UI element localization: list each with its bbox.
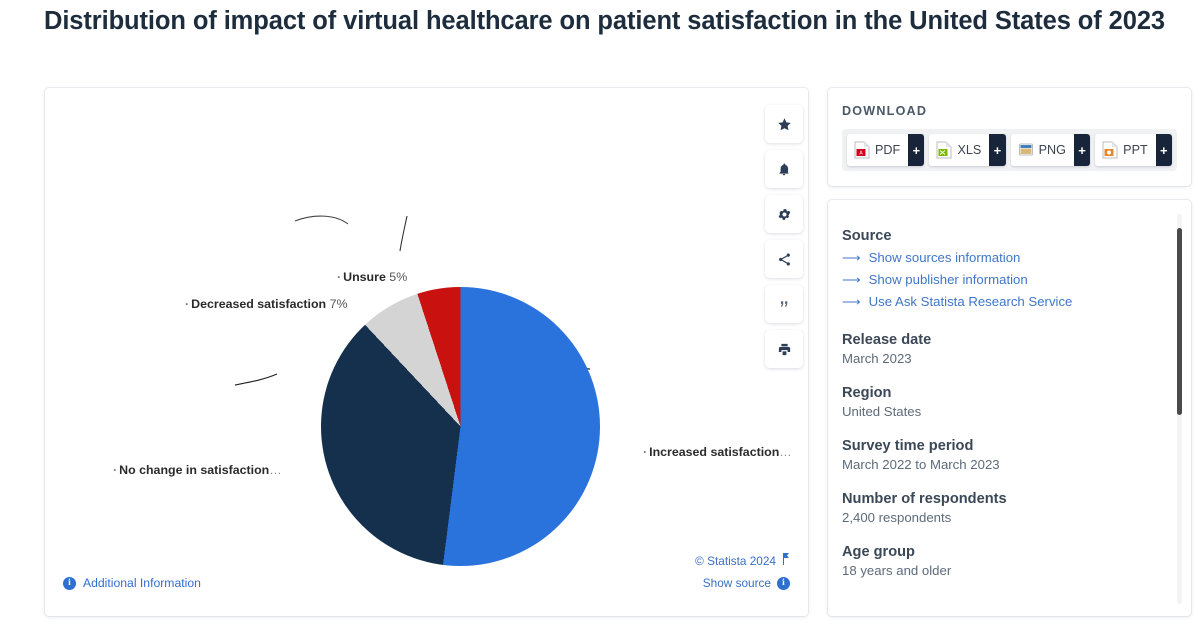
copyright-row: © Statista 2024 (695, 550, 790, 572)
pie-chart (321, 287, 600, 566)
download-xls-plus[interactable]: + (989, 134, 1006, 166)
chart-info-content: Source ⟶ Show sources information ⟶ Show… (828, 200, 1191, 578)
pie-label-bullet: · (185, 297, 190, 311)
pie-label-bullet: · (337, 270, 342, 284)
download-card: DOWNLOAD A PDF + XLS + PNG + PPT + (828, 88, 1191, 186)
number-of-respondents-section: Number of respondents 2,400 respondents (842, 491, 1161, 525)
info-panel-scrollbar-thumb[interactable] (1177, 228, 1182, 415)
pie-slices (321, 287, 600, 566)
release-date-value: March 2023 (842, 351, 912, 366)
additional-information-label: Additional Information (83, 576, 201, 590)
page-title: Distribution of impact of virtual health… (44, 7, 1165, 35)
survey-time-period-section: Survey time period March 2022 to March 2… (842, 438, 1161, 472)
download-xls-main[interactable]: XLS (929, 134, 990, 166)
arrow-right-icon: ⟶ (842, 294, 861, 309)
download-png-button[interactable]: PNG + (1010, 134, 1091, 166)
pie-label-truncation: … (269, 463, 282, 477)
show-sources-information-label: Show sources information (868, 250, 1021, 265)
survey-time-period-value: March 2022 to March 2023 (842, 457, 1000, 472)
cite-button[interactable] (765, 285, 803, 323)
pie-label-pct: 5% (389, 270, 408, 284)
info-panel-scrollbar[interactable] (1177, 214, 1182, 604)
png-file-icon (1018, 141, 1034, 159)
age-group-value: 18 years and older (842, 563, 952, 578)
show-sources-information-link[interactable]: ⟶ Show sources information (842, 247, 1161, 269)
download-pdf-button[interactable]: A PDF + (847, 134, 925, 166)
age-group-heading: Age group (842, 544, 915, 560)
download-pdf-label: PDF (875, 143, 901, 157)
star-icon (777, 117, 792, 132)
favorite-button[interactable] (765, 105, 803, 143)
info-icon: i (63, 576, 76, 590)
pie-label-name: Decreased satisfaction (191, 297, 327, 311)
chart-info-card: Source ⟶ Show sources information ⟶ Show… (828, 200, 1191, 616)
region-heading: Region (842, 385, 892, 401)
download-xls-button[interactable]: XLS + (929, 134, 1006, 166)
ask-statista-research-service-label: Use Ask Statista Research Service (868, 294, 1073, 309)
pie-label-bullet: · (113, 463, 118, 477)
number-of-respondents-heading: Number of respondents (842, 491, 1007, 507)
additional-information-link[interactable]: i Additional Information (63, 576, 201, 590)
region-value: United States (842, 404, 922, 419)
statista-chart-page: Distribution of impact of virtual health… (0, 0, 1200, 629)
source-heading: Source (842, 228, 892, 244)
gear-icon (777, 207, 792, 222)
age-group-section: Age group 18 years and older (842, 544, 1161, 578)
pie-label-increased: · Increased satisfaction… (643, 445, 792, 459)
pie-label-pct: 7% (329, 297, 348, 311)
download-png-label: PNG (1038, 143, 1066, 157)
show-publisher-information-link[interactable]: ⟶ Show publisher information (842, 269, 1161, 291)
print-button[interactable] (765, 330, 803, 368)
pie-label-unsure: · Unsure 5% (337, 270, 407, 284)
download-xls-label: XLS (957, 143, 982, 157)
notify-button[interactable] (765, 150, 803, 188)
download-heading: DOWNLOAD (842, 104, 928, 118)
region-section: Region United States (842, 385, 1161, 419)
show-publisher-information-label: Show publisher information (868, 272, 1028, 287)
statista-flag-icon (782, 550, 790, 572)
download-pdf-plus[interactable]: + (908, 134, 925, 166)
source-section: Source ⟶ Show sources information ⟶ Show… (842, 228, 1161, 313)
share-icon (777, 252, 792, 267)
pie-label-truncation: … (779, 445, 792, 459)
download-button-strip: A PDF + XLS + PNG + PPT + (842, 129, 1177, 171)
download-pdf-main[interactable]: A PDF (847, 134, 909, 166)
chart-footer-right: © Statista 2024 Show source i (695, 550, 790, 594)
pie-label-decreased: · Decreased satisfaction 7% (185, 297, 348, 311)
download-ppt-label: PPT (1123, 143, 1148, 157)
download-ppt-main[interactable]: PPT (1095, 134, 1156, 166)
arrow-right-icon: ⟶ (842, 272, 861, 287)
pie-label-name: No change in satisfaction (119, 463, 270, 477)
pie-label-no-change: · No change in satisfaction… (113, 463, 282, 477)
pdf-file-icon: A (854, 141, 870, 159)
arrow-right-icon: ⟶ (842, 250, 861, 265)
show-source-link[interactable]: Show source i (695, 572, 790, 594)
download-png-main[interactable]: PNG (1010, 134, 1074, 166)
ask-statista-research-service-link[interactable]: ⟶ Use Ask Statista Research Service (842, 291, 1161, 313)
xls-file-icon (936, 141, 952, 159)
pie-label-name: Unsure (343, 270, 386, 284)
download-ppt-button[interactable]: PPT + (1095, 134, 1172, 166)
copyright-label: © Statista 2024 (695, 554, 776, 568)
info-icon: i (777, 576, 790, 590)
bell-icon (777, 162, 791, 177)
chart-toolbar (765, 105, 803, 368)
pie-label-name: Increased satisfaction (649, 445, 780, 459)
chart-card: · Unsure 5% · Decreased satisfaction 7% · N… (45, 88, 808, 616)
download-ppt-plus[interactable]: + (1155, 134, 1172, 166)
settings-button[interactable] (765, 195, 803, 233)
survey-time-period-heading: Survey time period (842, 438, 974, 454)
release-date-section: Release date March 2023 (842, 332, 1161, 366)
quote-icon (777, 298, 791, 311)
number-of-respondents-value: 2,400 respondents (842, 510, 952, 525)
show-source-label: Show source (702, 576, 771, 590)
download-png-plus[interactable]: + (1073, 134, 1091, 166)
share-button[interactable] (765, 240, 803, 278)
print-icon (777, 342, 792, 357)
release-date-heading: Release date (842, 332, 932, 348)
pie-label-bullet: · (643, 445, 648, 459)
ppt-file-icon (1102, 141, 1118, 159)
